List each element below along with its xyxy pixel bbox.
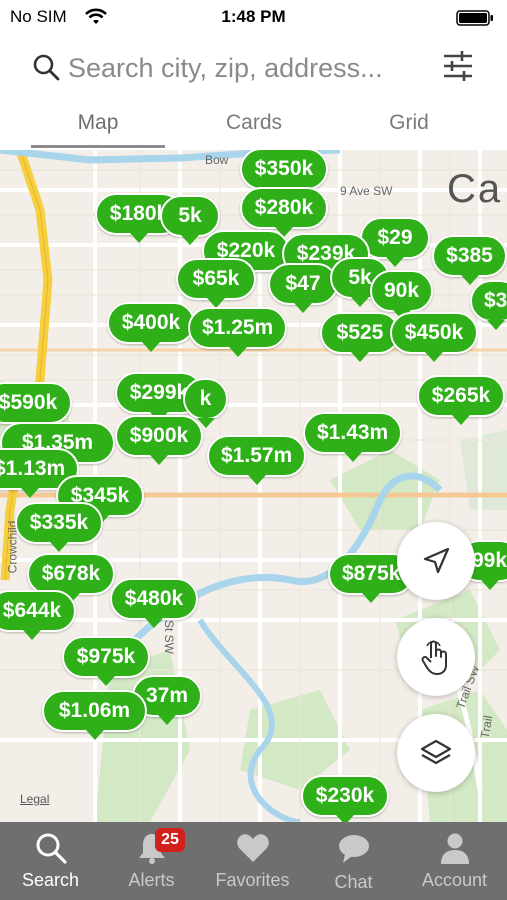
- price-pin[interactable]: $265k: [417, 375, 505, 425]
- nav-alerts-label: Alerts: [128, 870, 175, 890]
- street-label-st-sw: St SW: [162, 619, 177, 655]
- nav-chat[interactable]: Chat: [303, 822, 404, 900]
- map-legal-link[interactable]: Legal: [20, 792, 49, 806]
- tab-map[interactable]: Map: [28, 111, 168, 135]
- price-pin[interactable]: $47: [268, 263, 338, 313]
- hand-pointer-icon: [421, 640, 447, 675]
- chat-icon: [338, 835, 369, 863]
- price-pin[interactable]: $230k: [301, 775, 389, 822]
- price-pin[interactable]: $350k: [240, 150, 328, 198]
- price-pin[interactable]: $1.57m: [207, 435, 307, 485]
- nav-search-label: Search: [21, 870, 80, 890]
- active-tab-indicator: [31, 145, 165, 148]
- nav-chat-label: Chat: [334, 872, 373, 892]
- nav-search[interactable]: Search: [0, 822, 101, 900]
- price-pin[interactable]: $525: [320, 312, 400, 362]
- price-pin[interactable]: $29: [360, 217, 430, 267]
- nav-account[interactable]: Account: [404, 822, 505, 900]
- price-pin[interactable]: $450k: [390, 312, 478, 362]
- bottom-tab-bar: Search 25 Alerts Favorites Chat Account: [0, 822, 507, 900]
- price-pin[interactable]: $975k: [62, 636, 150, 686]
- person-icon: [440, 833, 469, 864]
- price-pin[interactable]: $1.06m: [42, 690, 147, 740]
- nav-alerts[interactable]: 25 Alerts: [101, 822, 202, 900]
- price-pin[interactable]: $900k: [115, 415, 203, 465]
- price-pin[interactable]: $1.43m: [303, 412, 403, 462]
- nav-account-label: Account: [421, 870, 488, 890]
- price-pin[interactable]: $678k: [27, 553, 115, 603]
- price-pin[interactable]: 90k: [370, 270, 434, 320]
- draw-area-button[interactable]: [397, 618, 475, 696]
- price-pin[interactable]: $385: [432, 235, 507, 285]
- battery-icon: [456, 10, 493, 26]
- price-pin[interactable]: 5k: [160, 195, 220, 245]
- price-pin[interactable]: $335k: [15, 502, 103, 552]
- street-label-bow: Bow: [205, 153, 229, 167]
- price-pin[interactable]: $400k: [107, 302, 195, 352]
- price-pin[interactable]: $1.25m: [188, 307, 288, 357]
- clock: 1:48 PM: [221, 7, 286, 26]
- price-pin[interactable]: $644k: [0, 590, 76, 640]
- tab-cards[interactable]: Cards: [184, 111, 324, 135]
- search-bar: [0, 36, 507, 100]
- heart-icon: [236, 834, 269, 862]
- map-view[interactable]: Ca Bow 9 Ave SW Crowchild Trail SW St SW…: [0, 150, 507, 822]
- app-screen: No SIM 1:48 PM Map Cards: [0, 0, 507, 900]
- status-bar: No SIM 1:48 PM: [0, 0, 507, 36]
- filter-sliders-icon[interactable]: [440, 48, 476, 84]
- layers-icon: [420, 739, 452, 765]
- city-label: Ca: [447, 167, 503, 211]
- nav-favorites-label: Favorites: [215, 870, 290, 890]
- navigation-arrow-icon: [423, 547, 450, 574]
- search-input[interactable]: [68, 50, 428, 86]
- price-pin[interactable]: $3: [470, 280, 507, 330]
- price-pin[interactable]: $280k: [240, 187, 328, 237]
- search-icon: [33, 54, 60, 81]
- price-pin[interactable]: $480k: [110, 578, 198, 628]
- search-icon: [36, 833, 67, 864]
- price-pin[interactable]: $590k: [0, 382, 72, 432]
- price-pin[interactable]: k: [183, 378, 228, 428]
- map-layers-button[interactable]: [397, 714, 475, 792]
- tab-grid[interactable]: Grid: [339, 111, 479, 135]
- alerts-badge: 25: [155, 828, 185, 852]
- price-pin[interactable]: $65k: [176, 258, 256, 308]
- nav-favorites[interactable]: Favorites: [202, 822, 303, 900]
- locate-me-button[interactable]: [397, 522, 475, 600]
- street-label-9-ave: 9 Ave SW: [340, 184, 393, 198]
- view-tabs: Map Cards Grid: [0, 100, 507, 150]
